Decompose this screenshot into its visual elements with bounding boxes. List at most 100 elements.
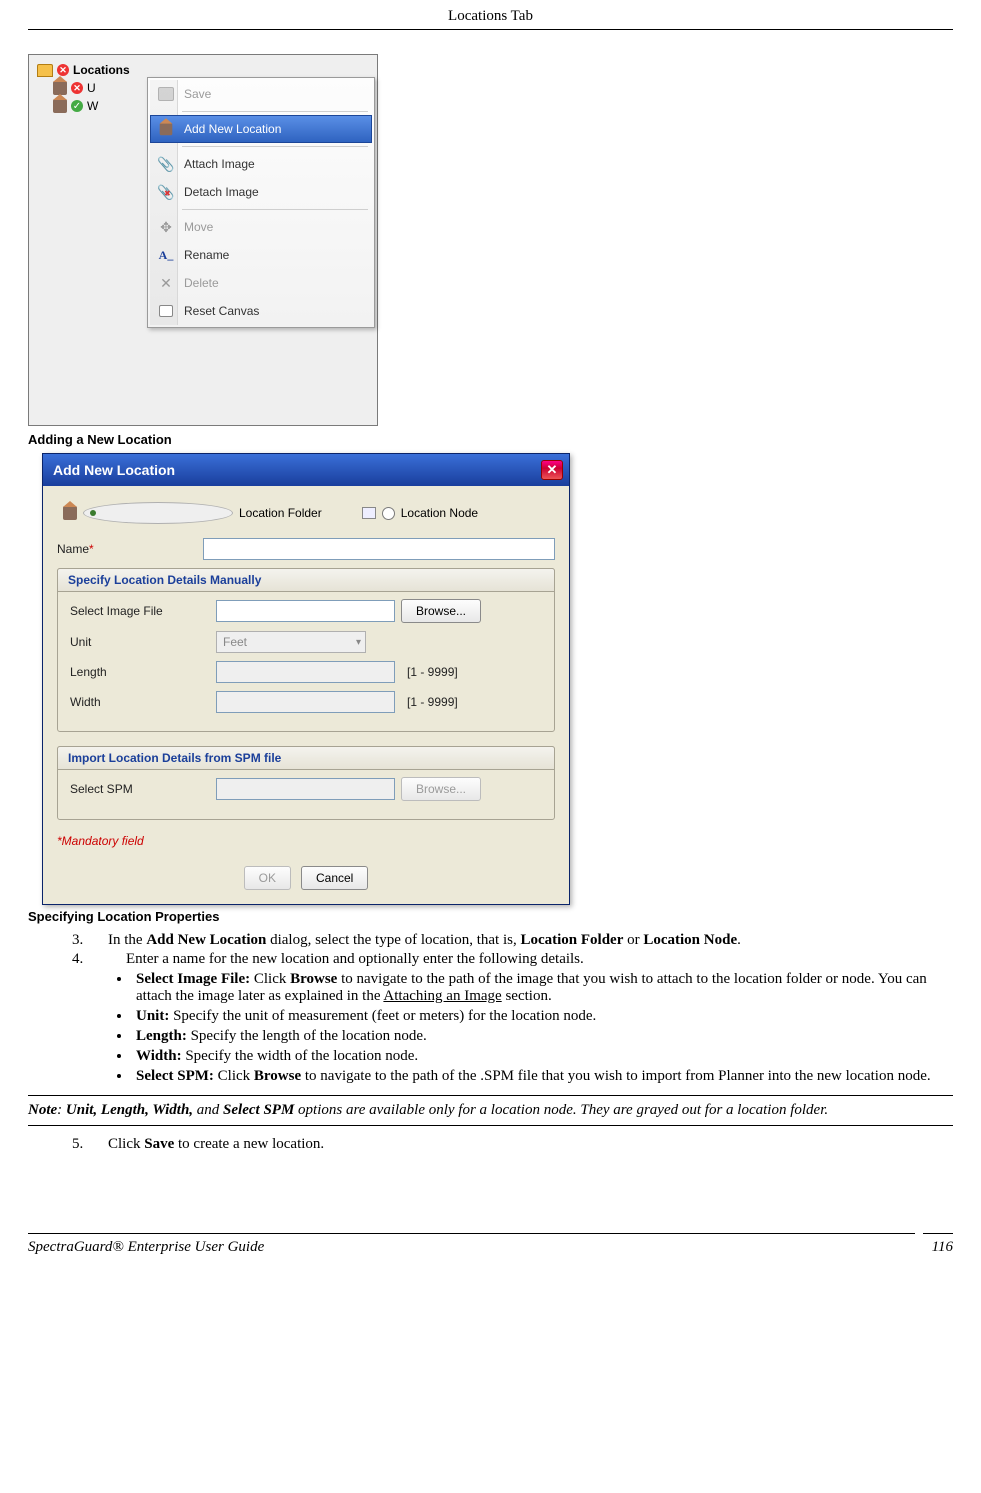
close-button[interactable]: ✕: [541, 460, 563, 480]
note-box: Note: Unit, Length, Width, and Select SP…: [28, 1095, 953, 1126]
menu-separator: [182, 146, 368, 147]
folder-option-label: Location Folder: [239, 506, 322, 520]
spm-legend: Import Location Details from SPM file: [57, 746, 555, 770]
bullet-width: Width: Specify the width of the location…: [132, 1048, 953, 1065]
node-option-label: Location Node: [401, 506, 478, 520]
add-location-dialog: Add New Location ✕ Location Folder Locat…: [42, 453, 570, 905]
caption-specifying: Specifying Location Properties: [28, 909, 981, 924]
length-label: Length: [70, 665, 210, 679]
ok-badge-icon: ✓: [71, 100, 83, 112]
width-input: [216, 691, 395, 713]
menu-rename-label: Rename: [184, 248, 229, 262]
detach-icon: 📎: [158, 184, 174, 200]
image-file-input[interactable]: [216, 600, 395, 622]
unit-label: Unit: [70, 635, 210, 649]
width-label: Width: [70, 695, 210, 709]
name-label: Name*: [57, 542, 197, 556]
menu-attach-image[interactable]: 📎 Attach Image: [150, 150, 372, 178]
cancel-button[interactable]: Cancel: [301, 866, 368, 890]
tree-root-label: Locations: [73, 63, 130, 77]
folder-icon: [37, 64, 53, 77]
dialog-title-text: Add New Location: [53, 462, 175, 478]
home-icon: [158, 121, 174, 137]
step-3: 3. In the Add New Location dialog, selec…: [72, 932, 953, 949]
bullet-image-file: Select Image File: Click Browse to navig…: [132, 971, 953, 1005]
name-row: Name*: [57, 538, 555, 560]
folder-type-icon: [63, 506, 77, 520]
page-header: Locations Tab: [28, 0, 953, 30]
radio-node[interactable]: [382, 507, 395, 520]
spm-input: [216, 778, 395, 800]
spm-import-group: Import Location Details from SPM file Se…: [57, 746, 555, 820]
menu-save: Save: [150, 80, 372, 108]
step5-num: 5.: [72, 1136, 108, 1153]
menu-separator: [182, 209, 368, 210]
radio-folder[interactable]: [83, 502, 233, 524]
bullet-spm: Select SPM: Click Browse to navigate to …: [132, 1068, 953, 1085]
length-input: [216, 661, 395, 683]
canvas-icon: [158, 303, 174, 319]
browse-spm-button: Browse...: [401, 777, 481, 801]
menu-detach-image[interactable]: 📎 Detach Image: [150, 178, 372, 206]
delete-icon: ✕: [158, 275, 174, 291]
save-icon: [158, 86, 174, 102]
spm-label: Select SPM: [70, 782, 210, 796]
ok-button: OK: [244, 866, 291, 890]
manual-details-group: Specify Location Details Manually Select…: [57, 568, 555, 732]
tree-child1-label: U: [87, 81, 96, 95]
home-icon: [53, 81, 67, 95]
browse-image-button[interactable]: Browse...: [401, 599, 481, 623]
menu-delete-label: Delete: [184, 276, 219, 290]
image-file-label: Select Image File: [70, 604, 210, 618]
menu-separator: [182, 111, 368, 112]
step4-bullets: Select Image File: Click Browse to navig…: [108, 971, 953, 1085]
menu-attach-label: Attach Image: [184, 157, 255, 171]
step3-num: 3.: [72, 932, 108, 949]
step-4: 4. Enter a name for the new location and…: [72, 951, 953, 968]
menu-reset-canvas[interactable]: Reset Canvas: [150, 297, 372, 325]
chevron-down-icon: ▾: [356, 637, 361, 648]
step4-num: 4.: [72, 951, 126, 968]
step-5: 5. Click Save to create a new location.: [72, 1136, 953, 1153]
length-range: [1 - 9999]: [401, 665, 458, 679]
caption-adding: Adding a New Location: [28, 432, 981, 447]
dialog-titlebar: Add New Location ✕: [43, 454, 569, 486]
instruction-text: 3. In the Add New Location dialog, selec…: [28, 932, 953, 1085]
unit-select: Feet ▾: [216, 631, 366, 653]
menu-add-location[interactable]: Add New Location: [150, 115, 372, 143]
menu-move: ✥ Move: [150, 213, 372, 241]
home-icon: [53, 99, 67, 113]
menu-detach-label: Detach Image: [184, 185, 259, 199]
move-icon: ✥: [158, 219, 174, 235]
bullet-unit: Unit: Specify the unit of measurement (f…: [132, 1008, 953, 1025]
manual-legend: Specify Location Details Manually: [57, 568, 555, 592]
node-type-icon: [362, 507, 376, 519]
menu-add-label: Add New Location: [184, 122, 281, 136]
option-location-folder[interactable]: Location Folder: [63, 502, 322, 524]
error-badge-icon: ✕: [71, 82, 83, 94]
page-number: 116: [932, 1239, 953, 1256]
link-attaching-image[interactable]: Attaching an Image: [383, 988, 501, 1004]
footer-left: SpectraGuard® Enterprise User Guide: [28, 1239, 264, 1256]
location-type-row: Location Folder Location Node: [57, 498, 555, 538]
menu-move-label: Move: [184, 220, 213, 234]
menu-save-label: Save: [184, 87, 211, 101]
width-range: [1 - 9999]: [401, 695, 458, 709]
rename-icon: A_: [158, 247, 174, 263]
bullet-length: Length: Specify the length of the locati…: [132, 1028, 953, 1045]
screenshot-context-menu: ✕ Locations ✕ U ✓ W Save Add New Locatio…: [28, 54, 378, 426]
option-location-node[interactable]: Location Node: [362, 502, 478, 524]
name-input[interactable]: [203, 538, 555, 560]
mandatory-note: *Mandatory field: [57, 834, 555, 848]
menu-delete: ✕ Delete: [150, 269, 372, 297]
menu-reset-label: Reset Canvas: [184, 304, 259, 318]
unit-value: Feet: [223, 635, 247, 649]
menu-rename[interactable]: A_ Rename: [150, 241, 372, 269]
tree-child2-label: W: [87, 99, 98, 113]
error-badge-icon: ✕: [57, 64, 69, 76]
context-menu: Save Add New Location 📎 Attach Image 📎 D…: [147, 77, 375, 328]
dialog-button-row: OK Cancel: [57, 866, 555, 890]
header-title: Locations Tab: [448, 8, 533, 24]
step-5-wrap: 5. Click Save to create a new location.: [28, 1136, 953, 1153]
page-footer: SpectraGuard® Enterprise User Guide 116: [28, 1233, 953, 1256]
